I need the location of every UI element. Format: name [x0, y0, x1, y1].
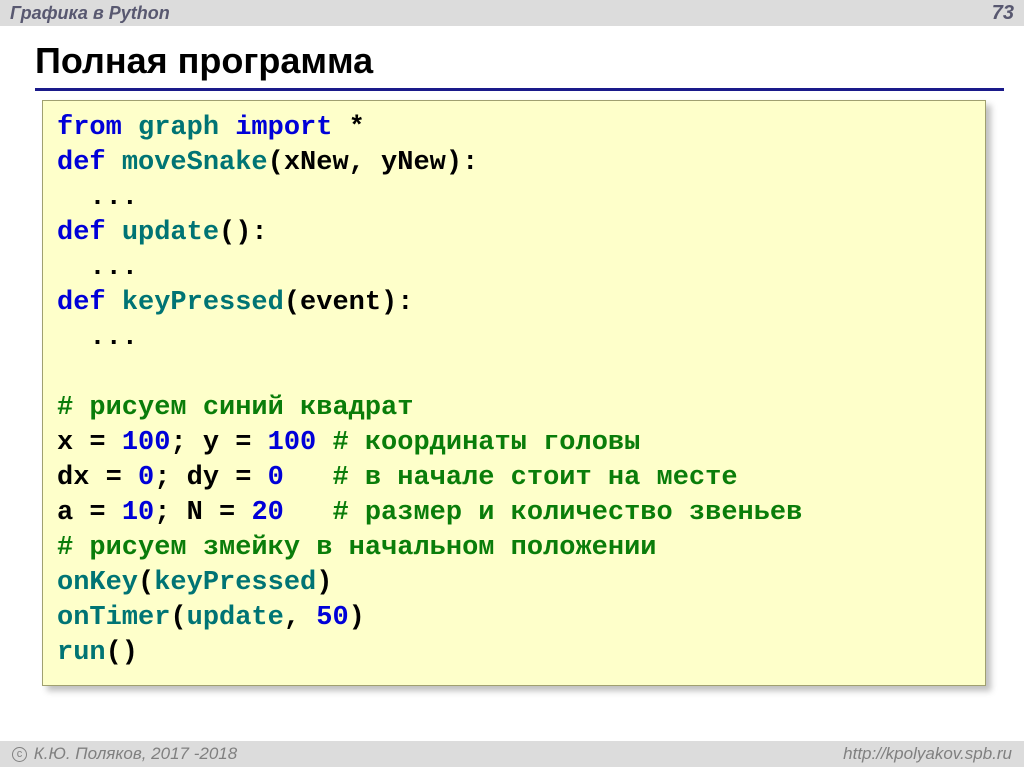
copyright-icon: c — [12, 747, 27, 762]
code-number: 0 — [138, 463, 154, 493]
code-text: () — [106, 638, 138, 668]
code-text: ( — [170, 603, 186, 633]
code-text: (): — [219, 218, 268, 248]
code-number: 0 — [268, 463, 284, 493]
code-text: ) — [349, 603, 365, 633]
code-text: ; dy = — [154, 463, 267, 493]
code-comment: # координаты головы — [316, 428, 640, 458]
code-number: 10 — [122, 498, 154, 528]
code-function: onTimer — [57, 603, 170, 633]
slide-section-title: Графика в Python — [10, 3, 170, 24]
code-text: * — [349, 113, 365, 143]
code-number: 100 — [268, 428, 317, 458]
code-text: ... — [57, 253, 138, 283]
code-text: ... — [57, 183, 138, 213]
code-function: update — [187, 603, 284, 633]
header-bar: Графика в Python 73 — [0, 0, 1024, 26]
code-keyword: def — [57, 218, 106, 248]
page-number: 73 — [992, 2, 1014, 25]
code-text: ) — [316, 568, 332, 598]
footer-bar: c К.Ю. Поляков, 2017 -2018 http://kpolya… — [0, 741, 1024, 767]
code-function: keyPressed — [122, 288, 284, 318]
slide-container: Графика в Python 73 Полная программа fro… — [0, 0, 1024, 767]
code-module: graph — [138, 113, 219, 143]
code-text: ... — [57, 323, 138, 353]
slide-heading: Полная программа — [35, 40, 373, 82]
code-comment: # рисуем змейку в начальном положении — [57, 533, 657, 563]
code-keyword: from — [57, 113, 122, 143]
code-function: onKey — [57, 568, 138, 598]
code-comment: # рисуем синий квадрат — [57, 393, 413, 423]
code-function: keyPressed — [154, 568, 316, 598]
copyright-text: c К.Ю. Поляков, 2017 -2018 — [12, 744, 237, 764]
copyright-author: К.Ю. Поляков, 2017 -2018 — [29, 744, 237, 763]
code-block: from graph import * def moveSnake(xNew, … — [42, 100, 986, 686]
code-number: 20 — [251, 498, 283, 528]
code-keyword: def — [57, 148, 106, 178]
code-text: ; N = — [154, 498, 251, 528]
code-text: , — [284, 603, 316, 633]
code-text: (xNew, yNew): — [268, 148, 479, 178]
code-number: 50 — [316, 603, 348, 633]
code-function: run — [57, 638, 106, 668]
code-function: moveSnake — [122, 148, 268, 178]
code-text: (event): — [284, 288, 414, 318]
code-text: a = — [57, 498, 122, 528]
footer-url: http://kpolyakov.spb.ru — [843, 744, 1012, 764]
code-keyword: def — [57, 288, 106, 318]
code-text: x = — [57, 428, 122, 458]
code-keyword: import — [235, 113, 332, 143]
code-comment: # размер и количество звеньев — [284, 498, 802, 528]
heading-underline — [35, 88, 1004, 91]
code-function: update — [122, 218, 219, 248]
code-number: 100 — [122, 428, 171, 458]
code-text: ( — [138, 568, 154, 598]
code-text: dx = — [57, 463, 138, 493]
code-text: ; y = — [170, 428, 267, 458]
code-comment: # в начале стоит на месте — [284, 463, 738, 493]
